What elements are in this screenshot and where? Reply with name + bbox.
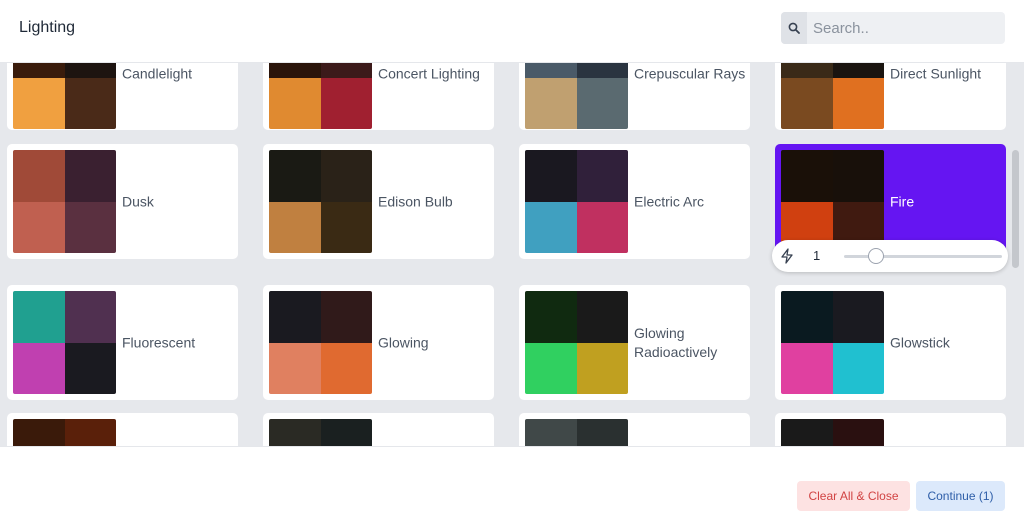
clear-all-close-button[interactable]: Clear All & Close (797, 481, 910, 511)
intensity-value: 1 (813, 248, 821, 263)
search-input[interactable] (807, 12, 1005, 44)
style-thumbnail (13, 419, 116, 446)
style-card[interactable] (7, 413, 238, 446)
scrollbar[interactable] (1012, 150, 1019, 268)
style-card-label: Fire (890, 193, 915, 209)
style-thumbnail (269, 150, 372, 253)
style-card[interactable]: Glowstick (775, 285, 1006, 400)
style-card-label: Glowstick (890, 334, 950, 350)
style-thumbnail (525, 63, 628, 129)
style-card[interactable] (519, 413, 750, 446)
style-card[interactable]: Glowing (263, 285, 494, 400)
style-thumbnail (269, 63, 372, 129)
style-card-label: Crepuscular Rays (634, 65, 746, 82)
style-card-label: Fluorescent (122, 334, 196, 350)
modal-header: Lighting (0, 0, 1024, 63)
style-card[interactable]: Electric Arc (519, 144, 750, 259)
style-card[interactable]: Edison Bulb (263, 144, 494, 259)
style-thumbnail (525, 419, 628, 446)
modal-footer: Clear All & Close Continue (1) (0, 446, 1024, 527)
style-card-label: Electric Arc (634, 193, 705, 209)
style-card[interactable]: Concert Lighting (263, 63, 494, 130)
continue-button[interactable]: Continue (1) (916, 481, 1005, 511)
style-thumbnail (269, 291, 372, 394)
style-thumbnail (269, 419, 372, 446)
style-card-label: Direct Sunlight (890, 65, 982, 82)
style-card-label: Glowing (378, 334, 429, 350)
style-thumbnail (525, 150, 628, 253)
style-card[interactable]: Dusk (7, 144, 238, 259)
bolt-icon (781, 248, 793, 264)
search-icon (781, 12, 807, 44)
style-thumbnail (781, 63, 884, 129)
style-thumbnail (13, 63, 116, 129)
style-card-label: Concert Lighting (378, 65, 480, 82)
style-card[interactable]: Crepuscular Rays (519, 63, 750, 130)
style-card[interactable]: Glowing Radioactively (519, 285, 750, 400)
style-thumbnail (525, 291, 628, 394)
style-card-label: Edison Bulb (378, 193, 453, 209)
style-card[interactable]: Fluorescent (7, 285, 238, 400)
page-title: Lighting (19, 19, 76, 36)
search-box[interactable] (781, 12, 1005, 44)
style-thumbnail (781, 150, 884, 253)
style-card-label: Candlelight (122, 65, 193, 82)
style-thumbnail (781, 419, 884, 446)
style-card[interactable] (775, 413, 1006, 446)
style-thumbnail (13, 150, 116, 253)
intensity-slider-handle[interactable] (867, 248, 884, 264)
style-card[interactable]: Candlelight (7, 63, 238, 130)
style-thumbnail (781, 291, 884, 394)
style-card-label: Dusk (122, 193, 154, 209)
style-thumbnail (13, 291, 116, 394)
style-card[interactable] (263, 413, 494, 446)
style-card-label: Glowing Radioactively (634, 324, 718, 360)
style-card[interactable]: Direct Sunlight (775, 63, 1006, 130)
